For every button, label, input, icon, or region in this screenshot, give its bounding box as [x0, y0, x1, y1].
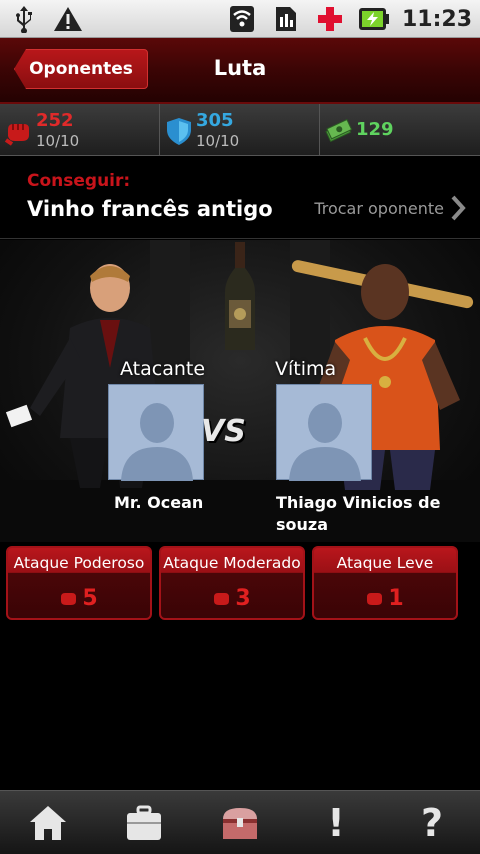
briefcase-icon [127, 805, 161, 840]
victim-avatar[interactable] [276, 384, 372, 481]
bottom-navigation: ! ? [0, 790, 480, 854]
fist-icon [367, 592, 383, 605]
battery-charging-icon [358, 4, 390, 34]
page-title: Luta [213, 56, 267, 80]
victim-role-label: Vítima [275, 358, 337, 380]
sim-icon [270, 4, 302, 34]
money-stat: 129 [320, 104, 480, 156]
fist-icon [214, 592, 230, 605]
attack-label: Ataque Leve [336, 554, 434, 572]
attack-cost: 3 [161, 586, 303, 611]
moderate-attack-button[interactable]: Ataque Moderado 3 [159, 546, 305, 620]
nav-help-button[interactable]: ? [384, 791, 480, 854]
swap-opponent-button[interactable]: Trocar oponente [314, 195, 466, 221]
attack-label: Ataque Moderado [163, 554, 301, 572]
attack-value: 252 [36, 110, 74, 131]
attack-cost-value: 1 [388, 586, 404, 611]
attacker-role-label: Atacante [120, 358, 206, 380]
victim-name: Thiago Vinicios de souza [276, 493, 441, 534]
help-icon: ? [420, 801, 444, 845]
objective-panel: Conseguir: Vinho francês antigo Trocar o… [0, 157, 480, 239]
attack-label: Ataque Poderoso [13, 554, 145, 572]
wine-bottle-image [225, 242, 255, 350]
vs-label: VS [201, 414, 246, 449]
money-value: 129 [356, 119, 394, 140]
status-bar: 11:23 [0, 0, 480, 38]
objective-item: Vinho francês antigo [27, 197, 273, 221]
powerful-attack-button[interactable]: Ataque Poderoso 5 [6, 546, 152, 620]
attack-cost-value: 5 [82, 586, 98, 611]
stats-bar: 252 10/10 305 10/10 129 [0, 104, 480, 156]
clock: 11:23 [401, 6, 472, 32]
treasure-chest-icon [223, 808, 257, 839]
swap-opponent-label: Trocar oponente [314, 198, 444, 218]
chevron-right-icon [451, 195, 466, 221]
fight-scene: Atacante Vítima VS Mr. Ocean Thiago Vini… [0, 240, 480, 542]
nav-alerts-button[interactable]: ! [288, 791, 384, 854]
defense-energy: 10/10 [196, 132, 240, 150]
light-attack-button[interactable]: Ataque Leve 1 [312, 546, 458, 620]
warning-icon [52, 4, 84, 34]
red-cross-icon [314, 4, 346, 34]
attack-energy: 10/10 [36, 132, 80, 150]
fist-icon [61, 592, 77, 605]
default-avatar-icon [289, 403, 361, 481]
nav-inventory-button[interactable] [192, 791, 288, 854]
defense-stat: 305 10/10 [160, 104, 320, 156]
home-icon [30, 806, 66, 840]
usb-icon [8, 4, 40, 34]
attack-cost: 5 [8, 586, 150, 611]
attack-cost-value: 3 [235, 586, 251, 611]
attacker-name: Mr. Ocean [114, 493, 204, 512]
attack-stat: 252 10/10 [0, 104, 160, 156]
defense-value: 305 [196, 110, 234, 131]
wifi-icon [226, 4, 258, 34]
nav-home-button[interactable] [0, 791, 96, 854]
default-avatar-icon [121, 403, 193, 481]
attack-options: Ataque Poderoso 5 Ataque Moderado 3 Ataq… [6, 546, 474, 622]
attacker-avatar[interactable] [108, 384, 204, 481]
attack-cost: 1 [314, 586, 456, 611]
nav-jobs-button[interactable] [96, 791, 192, 854]
fist-icon [4, 124, 29, 146]
cash-icon [325, 118, 353, 143]
exclamation-icon: ! [327, 801, 345, 845]
objective-label: Conseguir: [27, 171, 131, 191]
shield-icon [167, 118, 191, 145]
app-header: Oponentes Luta [0, 38, 480, 104]
